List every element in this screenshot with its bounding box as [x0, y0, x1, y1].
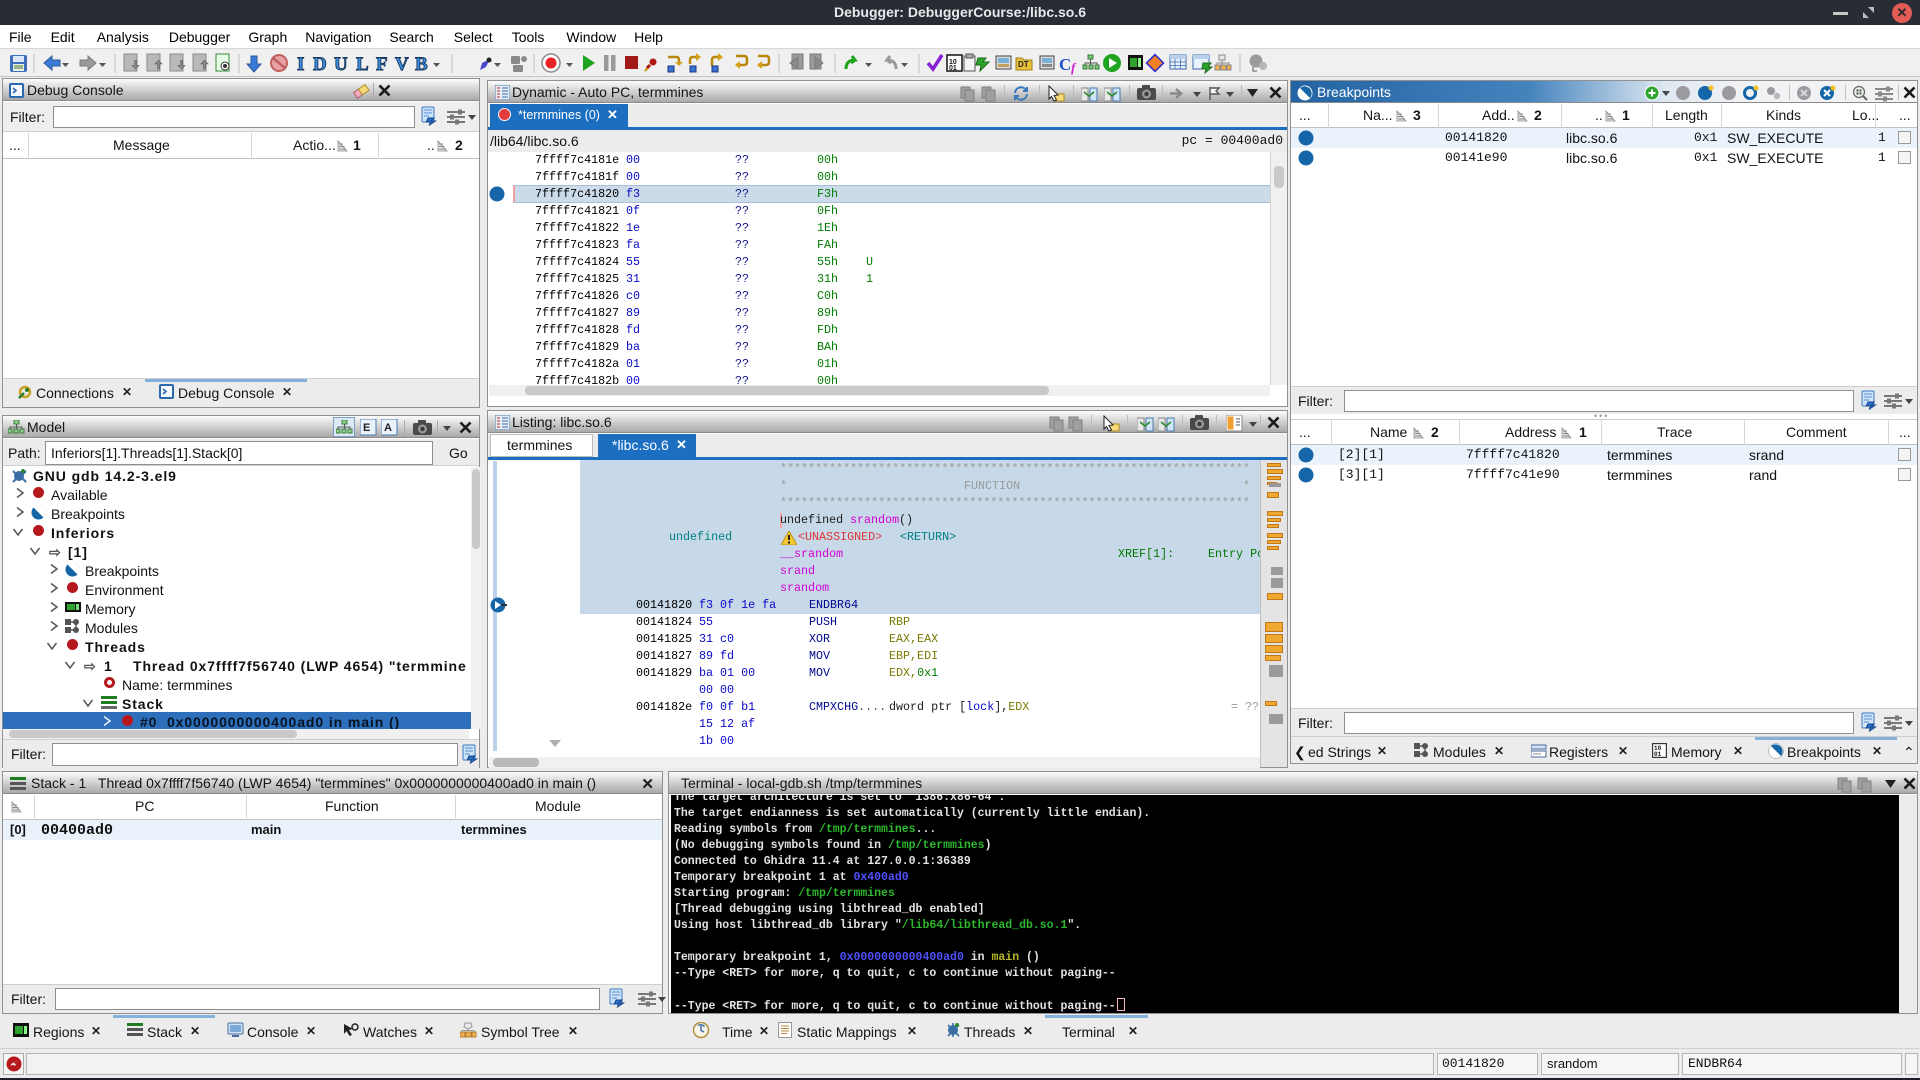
svg-text:L: L: [356, 54, 369, 75]
svg-text:V: V: [395, 54, 409, 75]
svg-text:A: A: [384, 422, 392, 434]
svg-text:01: 01: [1654, 751, 1662, 758]
svg-text:F: F: [376, 54, 388, 75]
svg-text:C: C: [1059, 55, 1071, 74]
svg-text:DT: DT: [1018, 60, 1029, 69]
svg-text:B: B: [415, 54, 428, 75]
svg-text:D: D: [313, 54, 327, 75]
svg-text:I: I: [297, 54, 304, 75]
svg-text:U: U: [334, 54, 348, 75]
svg-text:f: f: [1071, 60, 1077, 75]
svg-text:01: 01: [949, 65, 957, 72]
svg-text:E: E: [363, 422, 370, 434]
